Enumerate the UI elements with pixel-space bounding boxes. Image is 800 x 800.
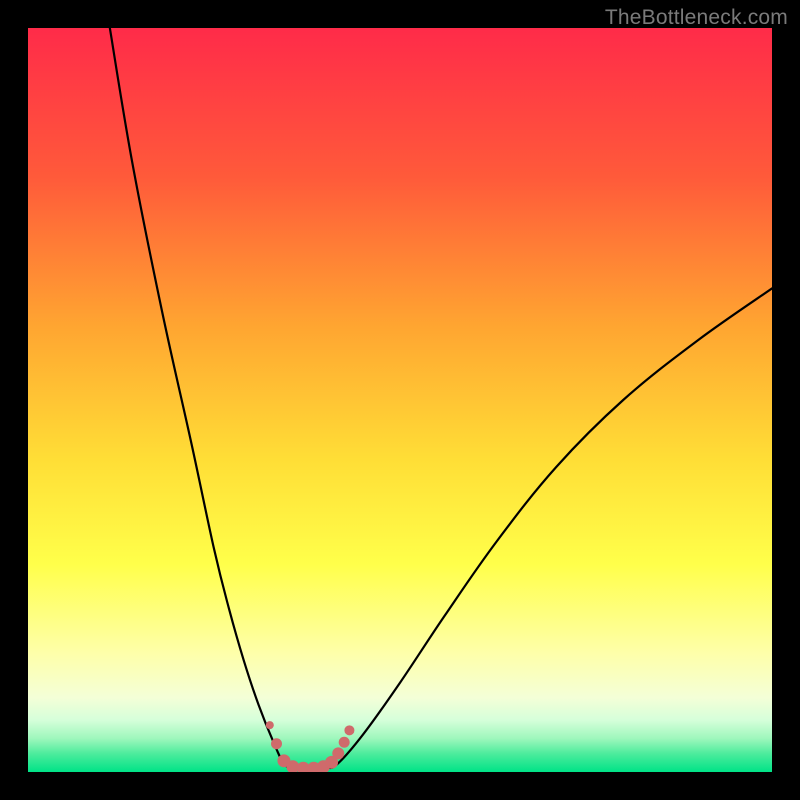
plot-frame: [28, 28, 772, 772]
valley-dot: [271, 738, 282, 749]
plot-canvas: [28, 28, 772, 772]
valley-dot: [266, 721, 274, 729]
valley-dot: [344, 725, 354, 735]
gradient-bg: [28, 28, 772, 772]
valley-dot: [332, 747, 344, 759]
watermark-text: TheBottleneck.com: [605, 6, 788, 30]
valley-dot: [339, 737, 350, 748]
